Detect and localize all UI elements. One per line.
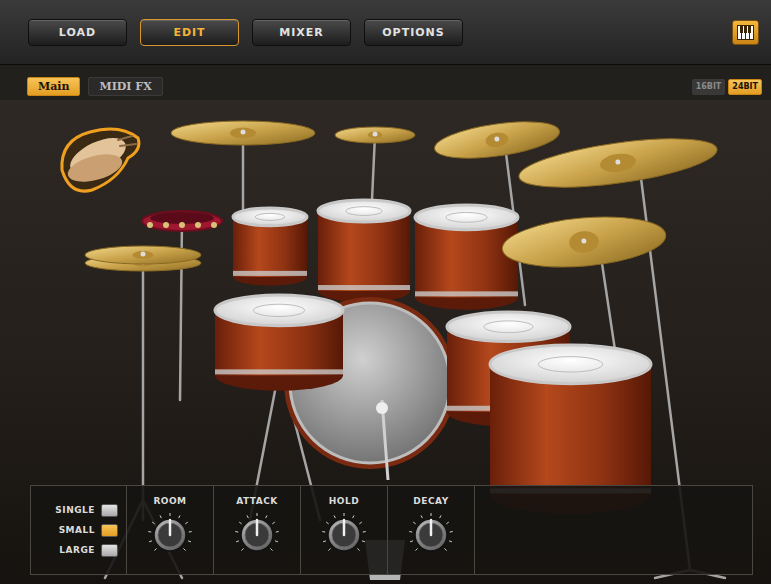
knob-label: ROOM — [153, 496, 186, 506]
bit-depth-button[interactable]: 16BIT — [692, 79, 726, 95]
empty-area — [474, 486, 752, 574]
room-size-label: SMALL — [59, 525, 95, 535]
radio-box[interactable] — [101, 524, 118, 537]
rack-tom[interactable] — [233, 208, 307, 286]
edit-page: Main MIDI FX 16BIT24BIT SINGLE SMALL LARGE ROO… — [0, 65, 771, 584]
room-size-option[interactable]: LARGE — [39, 544, 118, 557]
knob-cell: HOLD — [300, 486, 387, 574]
knob-cell: ROOM — [126, 486, 213, 574]
drum-plugin: LOAD EDIT MIXER OPTIONS Main MIDI FX 16BIT24BI… — [0, 0, 771, 584]
room-size-label: SINGLE — [55, 505, 95, 515]
tab[interactable]: Main — [27, 77, 80, 96]
kit-stage: SINGLE SMALL LARGE ROOM ATTACK HOLD DECAY — [0, 100, 771, 584]
hi-hat[interactable] — [85, 246, 201, 264]
knob[interactable] — [408, 512, 454, 558]
knob[interactable] — [234, 512, 280, 558]
bit-depth-button[interactable]: 24BIT — [728, 79, 762, 95]
room-size-option[interactable]: SINGLE — [39, 504, 118, 517]
tab[interactable]: MIDI FX — [88, 77, 162, 96]
sub-toolbar: Main MIDI FX 16BIT24BIT — [0, 65, 771, 100]
knob-label: DECAY — [413, 496, 448, 506]
room-size-group: SINGLE SMALL LARGE — [31, 486, 126, 574]
room-size-label: LARGE — [59, 545, 95, 555]
toolbar: LOAD EDIT MIXER OPTIONS — [0, 0, 771, 65]
ride-cymbal[interactable] — [516, 129, 720, 196]
crash-cymbal[interactable] — [500, 211, 668, 273]
snare-drum[interactable] — [215, 295, 343, 391]
radio-box[interactable] — [101, 504, 118, 517]
crash-cymbal[interactable] — [432, 115, 561, 164]
toolbar-button[interactable]: LOAD — [28, 19, 127, 46]
knob-label: ATTACK — [236, 496, 278, 506]
toolbar-button[interactable]: EDIT — [140, 19, 239, 46]
piano-keys-icon — [737, 25, 754, 40]
crash-cymbal[interactable] — [171, 121, 315, 145]
room-panel: SINGLE SMALL LARGE ROOM ATTACK HOLD DECAY — [30, 485, 753, 575]
knob-cell: DECAY — [387, 486, 474, 574]
splash-cymbal[interactable] — [335, 127, 415, 143]
toolbar-button[interactable]: OPTIONS — [364, 19, 463, 46]
knob-cell: ATTACK — [213, 486, 300, 574]
knob[interactable] — [321, 512, 367, 558]
toolbar-button[interactable]: MIXER — [252, 19, 351, 46]
rack-tom[interactable] — [415, 205, 518, 310]
tambourine[interactable] — [142, 211, 222, 231]
knob[interactable] — [147, 512, 193, 558]
room-size-option[interactable]: SMALL — [39, 524, 118, 537]
keyboard-button[interactable] — [732, 20, 759, 45]
bit-depth-group: 16BIT24BIT — [692, 79, 762, 95]
hand-clap-icon[interactable] — [62, 129, 139, 191]
rack-tom[interactable] — [318, 200, 410, 302]
radio-box[interactable] — [101, 544, 118, 557]
knob-label: HOLD — [329, 496, 359, 506]
